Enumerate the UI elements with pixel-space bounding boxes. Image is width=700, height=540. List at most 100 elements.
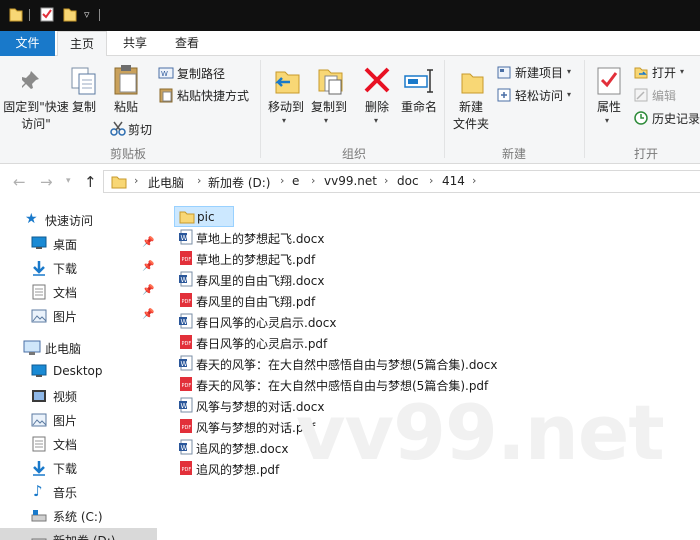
- svg-text:W: W: [181, 276, 188, 284]
- breadcrumb-drive-d[interactable]: 新加卷 (D:): [208, 174, 270, 191]
- file-name: 草地上的梦想起飞.pdf: [196, 253, 316, 267]
- pdf-document-icon: PDF: [180, 377, 192, 391]
- navigation-pane: ★ 快速访问 桌面 📌 下载 📌 文档 📌 图片 📌 此电脑 Desktop 视…: [0, 199, 157, 540]
- quick-access-dropdown-icon[interactable]: ▿: [84, 8, 90, 21]
- nav-item-label: 桌面: [53, 238, 78, 252]
- file-name: pic: [197, 210, 215, 224]
- nav-quick-access[interactable]: ★ 快速访问: [0, 208, 157, 232]
- folder-icon[interactable]: [9, 6, 23, 22]
- file-row-pdf[interactable]: PDF 春日风筝的心灵启示.pdf: [174, 332, 474, 353]
- svg-text:PDF: PDF: [182, 257, 192, 263]
- nav-item-label: 下载: [53, 462, 78, 476]
- recent-locations-chevron-icon[interactable]: ▾: [66, 176, 71, 186]
- new-group-label: 新建: [502, 147, 527, 161]
- delete-x-icon: [364, 67, 390, 93]
- pictures-icon: [31, 309, 47, 323]
- file-name: 春日风筝的心灵启示.docx: [196, 316, 337, 330]
- copy-to-icon: [318, 69, 343, 95]
- nav-downloads[interactable]: 下载: [0, 456, 157, 480]
- edit-icon: [634, 88, 648, 102]
- delete-caret-icon: ▾: [374, 116, 379, 125]
- nav-documents-pinned[interactable]: 文档 📌: [0, 280, 157, 304]
- word-document-icon: W: [179, 355, 193, 371]
- file-name: 春风里的自由飞翔.pdf: [196, 295, 316, 309]
- up-arrow-icon[interactable]: ↑: [84, 173, 97, 191]
- svg-text:PDF: PDF: [182, 425, 192, 431]
- address-bar[interactable]: › 此电脑 › 新加卷 (D:) › e › vv99.net › doc › …: [103, 170, 700, 193]
- pin-icon: 📌: [142, 261, 155, 272]
- nav-desktop-pinned[interactable]: 桌面 📌: [0, 232, 157, 256]
- nav-documents[interactable]: 文档: [0, 432, 157, 456]
- pdf-document-icon: PDF: [180, 419, 192, 433]
- paste-shortcut-icon: [159, 88, 173, 103]
- back-arrow-icon[interactable]: ←: [13, 173, 26, 191]
- tab-view[interactable]: 查看: [162, 31, 212, 56]
- nav-item-label: 图片: [53, 310, 78, 324]
- video-icon: [32, 390, 46, 402]
- desktop-icon: [31, 364, 47, 377]
- pdf-document-icon: PDF: [180, 335, 192, 349]
- nav-item-label: Desktop: [53, 364, 103, 378]
- properties-check-icon[interactable]: [40, 6, 54, 22]
- file-list: pic W 草地上的梦想起飞.docx PDF 草地上的梦想起飞.pdf W 春…: [157, 199, 700, 540]
- nav-item-label: 音乐: [53, 486, 78, 500]
- breadcrumb-this-pc[interactable]: 此电脑: [148, 174, 184, 191]
- file-row-docx[interactable]: W 草地上的梦想起飞.docx: [174, 227, 474, 248]
- breadcrumb-separator: ›: [429, 174, 434, 187]
- cut-label: 剪切: [128, 123, 153, 137]
- nav-music[interactable]: ♪ 音乐: [0, 480, 157, 504]
- nav-item-label: 下载: [53, 262, 78, 276]
- forward-arrow-icon[interactable]: →: [40, 173, 53, 191]
- file-row-pdf[interactable]: PDF 春风里的自由飞翔.pdf: [174, 290, 474, 311]
- nav-videos[interactable]: 视频: [0, 384, 157, 408]
- paste-icon: [114, 65, 138, 95]
- desktop-icon: [31, 236, 47, 249]
- nav-downloads-pinned[interactable]: 下载 📌: [0, 256, 157, 280]
- nav-drive-d[interactable]: 新加卷 (D:): [0, 528, 157, 540]
- easy-access-label: 轻松访问: [515, 89, 564, 103]
- word-document-icon: W: [179, 397, 193, 413]
- paste-shortcut-label: 粘贴快捷方式: [177, 89, 250, 103]
- nav-drive-c[interactable]: 系统 (C:): [0, 504, 157, 528]
- breadcrumb-vv99[interactable]: vv99.net: [324, 174, 377, 188]
- copy-label: 复制: [71, 100, 96, 114]
- nav-item-label: 视频: [53, 390, 78, 404]
- svg-text:PDF: PDF: [182, 467, 192, 473]
- new-folder-icon[interactable]: [63, 6, 77, 22]
- folder-icon: [179, 211, 195, 224]
- copy-to-caret-icon: ▾: [324, 116, 329, 125]
- nav-pictures-pinned[interactable]: 图片 📌: [0, 304, 157, 328]
- easy-access-icon: [497, 88, 511, 102]
- paste-label: 粘贴: [113, 100, 138, 114]
- new-folder-icon: [461, 73, 484, 94]
- new-folder-label: 新建 文件夹: [452, 100, 489, 131]
- rename-label: 重命名: [400, 100, 437, 114]
- word-document-icon: W: [179, 271, 193, 287]
- pdf-document-icon: PDF: [180, 251, 192, 265]
- delete-label: 删除: [364, 100, 389, 114]
- file-row-docx[interactable]: W 春天的风筝：在大自然中感悟自由与梦想(5篇合集).docx: [174, 353, 534, 374]
- nav-this-pc[interactable]: 此电脑: [0, 336, 157, 360]
- pictures-icon: [31, 413, 47, 427]
- tab-share[interactable]: 共享: [110, 31, 160, 56]
- breadcrumb-e[interactable]: e: [292, 174, 299, 188]
- tab-home[interactable]: 主页: [57, 31, 107, 57]
- properties-label: 属性: [596, 100, 621, 114]
- scissors-icon: [110, 121, 126, 136]
- documents-icon: [32, 284, 46, 300]
- breadcrumb-separator: ›: [134, 174, 139, 187]
- file-row-pdf[interactable]: PDF 草地上的梦想起飞.pdf: [174, 248, 474, 269]
- tab-file[interactable]: 文件: [0, 31, 55, 56]
- group-separator: [260, 60, 261, 158]
- breadcrumb-414[interactable]: 414: [442, 174, 465, 188]
- file-row-docx[interactable]: W 春日风筝的心灵启示.docx: [174, 311, 474, 332]
- breadcrumb-doc[interactable]: doc: [397, 174, 419, 188]
- nav-pictures[interactable]: 图片: [0, 408, 157, 432]
- nav-desktop[interactable]: Desktop: [0, 360, 157, 384]
- file-row-docx[interactable]: W 春风里的自由飞翔.docx: [174, 269, 474, 290]
- svg-text:PDF: PDF: [182, 383, 192, 389]
- open-label: 打开: [652, 66, 677, 80]
- file-name: 春天的风筝：在大自然中感悟自由与梦想(5篇合集).docx: [196, 358, 498, 372]
- pin-icon: [22, 71, 39, 89]
- file-row-folder[interactable]: pic: [174, 206, 234, 227]
